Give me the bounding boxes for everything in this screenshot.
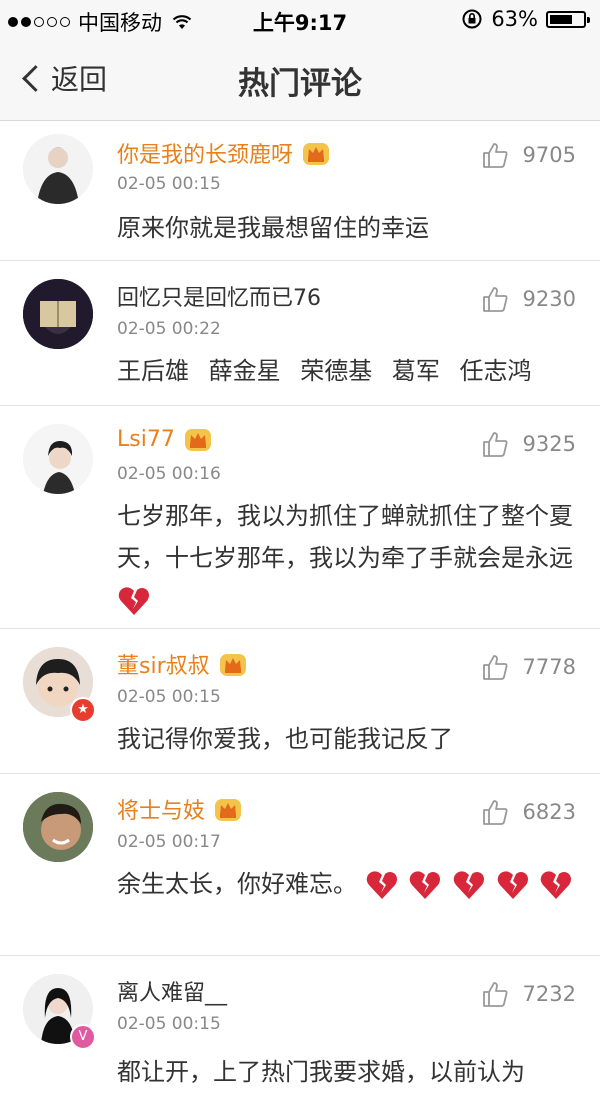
author-name: 将士与妓 [117,799,206,824]
comment-time: 02-05 00:17 [117,832,221,852]
broken-heart-emoji [118,587,149,615]
comment-item: 回忆只是回忆而已76 02-05 00:22 9230 王后雄 薛金星 荣德基 … [0,261,600,406]
avatar[interactable] [23,792,93,862]
comment-author[interactable]: 董sir叔叔 [117,648,248,680]
broken-heart-emoji [366,871,397,899]
like-count: 6823 [522,800,576,824]
thumbs-up-icon [482,143,508,168]
vip-crown-icon [219,654,246,676]
comment-text: 王后雄 薛金星 荣德基 葛军 任志鸿 [117,357,532,385]
page-title: 热门评论 [238,66,362,102]
comment-time: 02-05 00:15 [117,1014,221,1034]
thumbs-up-icon [482,655,508,680]
like-button[interactable]: 9325 [481,430,576,458]
author-name: 董sir叔叔 [117,654,210,679]
author-name: 你是我的长颈鹿呀 [117,143,294,168]
battery-icon [546,10,590,28]
like-count: 9230 [522,287,576,311]
like-button[interactable]: 6823 [481,798,576,826]
like-count: 7778 [522,655,576,679]
like-button[interactable]: 9230 [481,285,576,313]
broken-heart-emoji [497,871,528,899]
comment-text: 都让开，上了热门我要求婚，以前认为 [117,1058,525,1086]
like-button[interactable]: 9705 [481,141,576,169]
status-right: 63% [461,7,590,31]
navigation-bar: 返回 热门评论 [0,40,600,121]
broken-heart-emoji [453,871,484,899]
like-button[interactable]: 7232 [481,980,576,1008]
broken-heart-emoji [409,871,441,899]
thumbs-up-icon [482,800,508,825]
avatar[interactable] [23,134,93,204]
comment-author[interactable]: 离人难留__ [117,975,227,1007]
rotation-lock-icon [462,9,482,29]
vip-crown-icon [184,429,211,451]
comment-text-content: 七岁那年，我以为抓住了蝉就抓住了整个夏天，十七岁那年，我以为牵了手就会是永远 [117,502,573,572]
comment-author[interactable]: 将士与妓 [117,793,243,825]
comment-author[interactable]: 你是我的长颈鹿呀 [117,137,331,169]
comment-item: Lsi77 02-05 00:16 9325 七岁那年，我以为抓住了蝉就抓住了整… [0,406,600,629]
comment-text: 余生太长，你好难忘。 [117,863,582,905]
comment-text: 我记得你爱我，也可能我记反了 [117,725,453,753]
like-count: 9705 [522,143,576,167]
avatar[interactable] [23,424,93,494]
comment-text-content: 余生太长，你好难忘。 [117,870,357,898]
comment-text: 原来你就是我最想留住的幸运 [117,214,429,242]
author-name: 回忆只是回忆而已76 [117,286,321,311]
author-name: 离人难留__ [117,981,228,1006]
comment-text: 七岁那年，我以为抓住了蝉就抓住了整个夏天，十七岁那年，我以为牵了手就会是永远 [117,495,582,621]
author-name: Lsi77 [117,426,175,452]
comment-item: 你是我的长颈鹿呀 02-05 00:15 9705 原来你就是我最想留住的幸运 [0,121,600,261]
comment-time: 02-05 00:15 [117,174,221,194]
thumbs-up-icon [482,287,508,312]
like-count: 7232 [522,982,576,1006]
broken-heart-emoji [540,871,572,899]
like-button[interactable]: 7778 [481,653,576,681]
thumbs-up-icon [482,432,508,457]
comment-time: 02-05 00:16 [117,464,221,484]
vip-crown-icon [303,143,330,165]
comment-item: ★ 董sir叔叔 02-05 00:15 7778 我记得你爱我，也可能我记反了 [0,629,600,774]
comment-item: 将士与妓 02-05 00:17 6823 余生太长，你好难忘。 [0,774,600,956]
like-count: 9325 [522,432,576,456]
verified-v-badge: V [70,1024,96,1050]
comment-time: 02-05 00:15 [117,687,221,707]
thumbs-up-icon [482,982,508,1007]
avatar[interactable] [23,279,93,349]
comment-author[interactable]: 回忆只是回忆而已76 [117,280,321,312]
comment-item: V 离人难留__ 02-05 00:15 7232 都让开，上了热门我要求婚，以… [0,956,600,1086]
comment-author[interactable]: Lsi77 [117,425,213,453]
verified-star-badge: ★ [70,697,96,723]
comment-time: 02-05 00:22 [117,319,221,339]
vip-crown-icon [215,799,242,821]
status-bar: 中国移动 上午9:17 63% [0,0,600,40]
battery-percent: 63% [491,7,538,31]
